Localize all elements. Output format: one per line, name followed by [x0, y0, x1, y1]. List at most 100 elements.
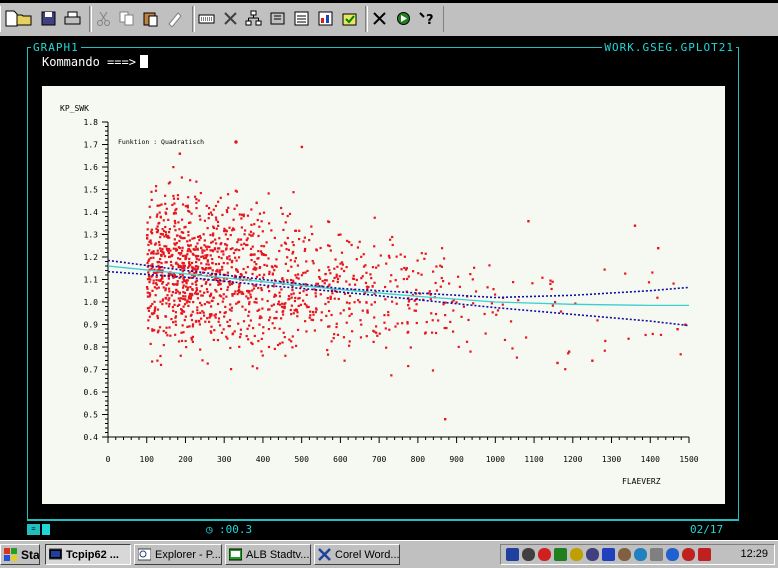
help-icon[interactable]: ?: [417, 8, 438, 29]
data-point: [175, 289, 178, 292]
data-point: [191, 310, 194, 313]
data-point: [343, 269, 346, 273]
options-icon[interactable]: [220, 8, 241, 29]
data-point: [515, 356, 518, 359]
start-button[interactable]: Start: [0, 544, 40, 565]
data-point: [567, 350, 571, 353]
data-point: [267, 192, 270, 195]
data-point: [177, 221, 180, 224]
data-point: [430, 312, 433, 315]
keys-icon[interactable]: [196, 8, 217, 29]
data-point: [211, 262, 214, 265]
data-point: [394, 325, 397, 328]
data-point: [211, 234, 215, 237]
question-icon[interactable]: [698, 548, 711, 561]
data-point: [328, 244, 331, 248]
paste-icon[interactable]: [140, 8, 161, 29]
task-tcpip62[interactable]: Tcpip62 ...: [45, 544, 131, 565]
data-point: [222, 328, 225, 331]
data-point: [290, 265, 293, 268]
print-icon[interactable]: [62, 8, 83, 29]
data-point: [157, 279, 161, 282]
graph-window: GRAPH1 WORK.GSEG.GPLOT21 Kommando ===> 0…: [0, 36, 778, 540]
tools-icon[interactable]: [554, 548, 567, 561]
data-point: [200, 246, 203, 250]
tools-icon[interactable]: [369, 8, 390, 29]
data-point: [373, 316, 376, 319]
data-point: [261, 354, 264, 357]
save-icon[interactable]: [38, 8, 59, 29]
libraries-icon[interactable]: [267, 8, 288, 29]
data-point: [420, 273, 423, 276]
data-point: [298, 291, 301, 295]
data-point: [289, 308, 292, 312]
open-folder-icon[interactable]: [14, 8, 35, 29]
run-icon[interactable]: [393, 8, 414, 29]
data-point: [182, 331, 185, 334]
chart-icon[interactable]: [634, 548, 647, 561]
globe-icon[interactable]: [666, 548, 679, 561]
clipboard-icon[interactable]: [650, 548, 663, 561]
data-point: [205, 288, 209, 291]
bar-icon[interactable]: [602, 548, 615, 561]
data-point: [224, 305, 227, 308]
data-point: [343, 359, 346, 362]
data-point: [435, 289, 439, 292]
log-icon[interactable]: [339, 8, 360, 29]
command-input[interactable]: [139, 55, 148, 68]
data-point: [201, 359, 204, 362]
data-point: [219, 311, 222, 314]
data-point: [378, 332, 381, 335]
data-point: [249, 319, 252, 322]
data-point: [251, 365, 254, 368]
data-point: [202, 314, 206, 317]
output-icon[interactable]: [291, 8, 312, 29]
copy-icon[interactable]: [116, 8, 137, 29]
data-point: [167, 182, 170, 185]
data-point: [200, 317, 203, 320]
cut-icon[interactable]: [93, 8, 114, 29]
data-point: [155, 287, 158, 290]
pen-icon[interactable]: [570, 548, 583, 561]
data-point: [194, 245, 198, 248]
data-point: [549, 279, 552, 282]
data-point: [223, 230, 226, 233]
x-tick-label: 600: [333, 455, 348, 464]
task-alb-stadtv[interactable]: ALB Stadtv...: [225, 544, 311, 565]
explorer-icon[interactable]: [243, 8, 264, 29]
data-point: [167, 255, 171, 259]
monitor-icon[interactable]: [506, 548, 519, 561]
data-point: [273, 269, 276, 272]
data-point: [162, 219, 165, 222]
data-point: [205, 204, 208, 207]
data-point: [147, 259, 150, 263]
results-icon[interactable]: [315, 8, 336, 29]
x-tick-label: 500: [294, 455, 309, 464]
data-point: [196, 242, 199, 245]
data-point: [201, 255, 205, 258]
data-point: [267, 327, 270, 331]
data-point: [194, 254, 198, 258]
data-point: [163, 235, 166, 238]
data-point: [288, 212, 292, 215]
data-point: [333, 297, 336, 300]
hand-icon[interactable]: [618, 548, 631, 561]
data-point: [181, 237, 184, 240]
task-corel-word[interactable]: Corel Word...: [314, 544, 400, 565]
clear-icon[interactable]: [164, 8, 185, 29]
antivirus-icon[interactable]: [538, 548, 551, 561]
data-point: [162, 343, 165, 347]
network-icon[interactable]: [522, 548, 535, 561]
data-point: [198, 238, 201, 242]
data-point: [229, 233, 232, 237]
data-point: [167, 251, 171, 255]
data-point: [351, 330, 354, 333]
task-explorer[interactable]: Explorer - P...: [134, 544, 222, 565]
data-point: [189, 285, 192, 289]
data-point: [473, 266, 476, 269]
data-point: [235, 204, 239, 207]
data-point: [226, 193, 230, 196]
keyboard-icon[interactable]: [586, 548, 599, 561]
plug-icon[interactable]: [682, 548, 695, 561]
data-point: [244, 308, 247, 311]
